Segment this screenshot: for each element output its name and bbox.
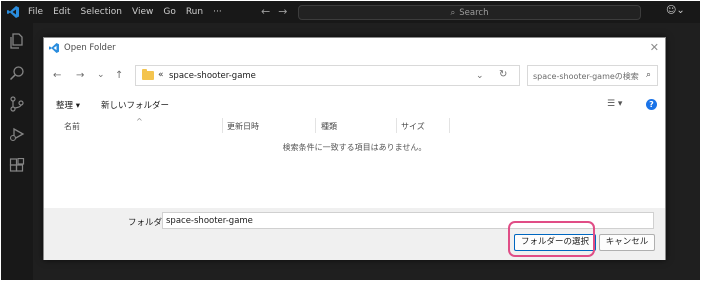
breadcrumb-overflow[interactable]: « <box>158 70 164 80</box>
column-date-modified[interactable]: 更新日時 <box>227 121 259 132</box>
forward-arrow-icon[interactable]: → <box>76 70 84 81</box>
extensions-icon[interactable] <box>9 158 25 174</box>
menu-view[interactable]: View <box>132 7 153 17</box>
organize-button[interactable]: 整理 ▾ <box>56 99 80 111</box>
menu-more[interactable]: ··· <box>213 7 222 17</box>
column-divider[interactable] <box>222 118 223 133</box>
vscode-logo-icon <box>7 6 19 18</box>
menu-file[interactable]: File <box>28 7 43 17</box>
history-nav: ← → <box>261 5 287 18</box>
menu-go[interactable]: Go <box>163 7 175 17</box>
source-control-icon[interactable] <box>9 96 25 112</box>
search-label: Search <box>459 7 489 18</box>
refresh-icon[interactable]: ↻ <box>499 69 507 80</box>
column-type[interactable]: 種類 <box>321 121 337 132</box>
back-arrow-icon[interactable]: ← <box>261 5 270 18</box>
column-divider[interactable] <box>396 118 397 133</box>
sort-ascending-icon: ^ <box>136 117 143 126</box>
select-folder-highlight <box>508 221 595 257</box>
activity-bar <box>1 23 33 280</box>
close-icon[interactable]: ✕ <box>650 41 659 54</box>
command-center-search[interactable]: ⌕ Search <box>298 5 641 20</box>
back-arrow-icon[interactable]: ← <box>53 70 61 81</box>
column-divider[interactable] <box>315 118 316 133</box>
new-folder-button[interactable]: 新しいフォルダー <box>101 99 169 111</box>
search-icon: ⌕ <box>645 70 651 80</box>
recent-locations-chevron-icon[interactable]: ⌄ <box>97 70 105 80</box>
search-icon: ⌕ <box>450 7 456 18</box>
folder-search-input[interactable]: space-shooter-gameの検索 ⌕ <box>527 65 658 86</box>
run-debug-icon[interactable] <box>9 126 25 142</box>
address-dropdown-icon[interactable]: ⌄ <box>476 71 484 81</box>
navigation-row: ← → ⌄ ↑ « space-shooter-game ⌄ ↻ space-s… <box>44 64 665 88</box>
menu-bar: File Edit Selection View Go Run ··· <box>28 1 232 23</box>
menu-edit[interactable]: Edit <box>53 7 70 17</box>
menu-run[interactable]: Run <box>186 7 203 17</box>
up-arrow-icon[interactable]: ↑ <box>115 70 123 81</box>
dialog-title-bar: Open Folder ✕ <box>44 38 665 58</box>
column-size[interactable]: サイズ <box>401 121 425 132</box>
menu-selection[interactable]: Selection <box>81 7 122 17</box>
breadcrumb-folder[interactable]: space-shooter-game <box>169 71 256 81</box>
column-name[interactable]: 名前 <box>64 121 80 132</box>
forward-arrow-icon[interactable]: → <box>278 5 287 18</box>
view-options-icon[interactable]: ☰ ▾ <box>607 99 622 109</box>
folder-search-placeholder: space-shooter-gameの検索 <box>533 72 639 81</box>
address-bar[interactable]: « space-shooter-game <box>135 65 520 86</box>
cancel-button[interactable]: キャンセル <box>599 234 655 251</box>
help-icon[interactable]: ? <box>646 99 657 110</box>
explorer-icon[interactable] <box>9 33 25 49</box>
copilot-icon[interactable]: ☺⌄ <box>666 5 685 16</box>
command-bar: 整理 ▾ 新しいフォルダー ☰ ▾ ? <box>44 96 665 112</box>
search-view-icon[interactable] <box>9 65 25 81</box>
vscode-logo-icon <box>49 43 59 53</box>
column-divider[interactable] <box>449 118 450 133</box>
folder-icon <box>142 69 154 80</box>
dialog-title: Open Folder <box>64 43 116 53</box>
empty-results-message: 検索条件に一致する項目はありません。 <box>282 143 427 152</box>
title-bar: File Edit Selection View Go Run ··· ← → … <box>1 1 700 23</box>
file-list-header: ^ 名前 更新日時 種類 サイズ <box>44 117 665 134</box>
